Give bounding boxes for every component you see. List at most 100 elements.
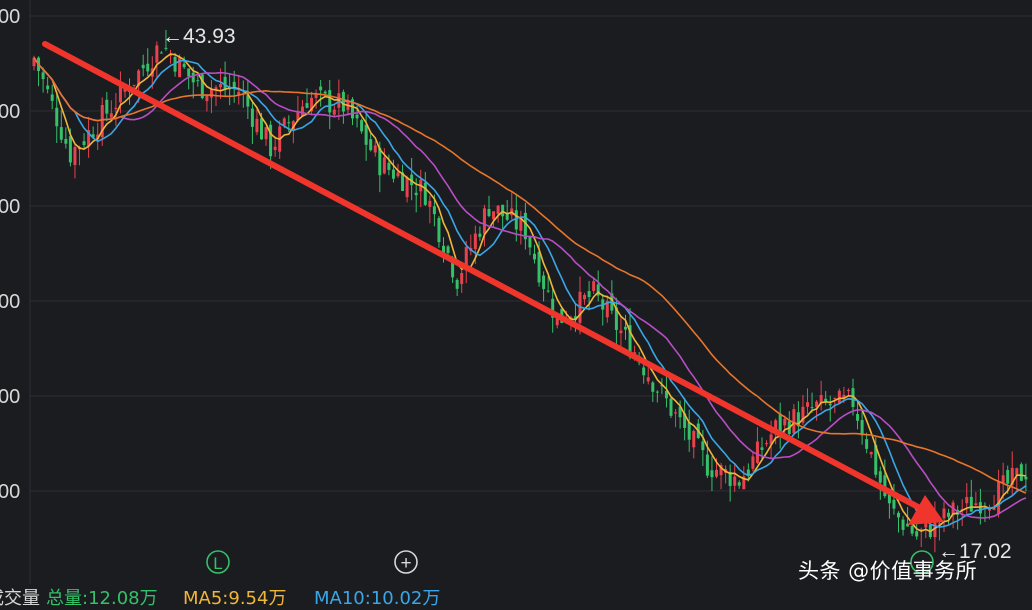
trend-arrow <box>42 41 944 525</box>
candle-body <box>687 422 691 440</box>
candle-body <box>432 206 436 215</box>
y-tick-label: 00 <box>0 386 20 408</box>
candle-body <box>869 451 873 455</box>
candle-body <box>59 127 63 140</box>
candle-body <box>460 273 464 284</box>
candle-body <box>369 139 373 151</box>
candle-body <box>1024 476 1028 480</box>
candle-body <box>587 291 591 298</box>
marker-plus-icon[interactable]: + <box>394 550 418 574</box>
candle-body <box>405 177 409 198</box>
candle-body <box>82 141 86 146</box>
candle-body <box>755 441 759 463</box>
candle-body <box>73 147 77 166</box>
candle-body <box>492 211 496 220</box>
candle-body <box>255 118 259 133</box>
candle-body <box>669 398 673 416</box>
watermark: 头条 @价值事务所 <box>798 559 978 583</box>
candle-body <box>846 389 850 392</box>
candle-body <box>733 476 737 486</box>
candle-body <box>997 481 1001 514</box>
candle-body <box>482 208 486 234</box>
candle-body <box>1015 468 1019 476</box>
candle-body <box>837 390 841 403</box>
candle-body <box>537 252 541 283</box>
candle-body <box>542 275 546 289</box>
candle-body <box>651 382 655 392</box>
candle-body <box>715 469 718 477</box>
candle-body <box>355 114 359 119</box>
candle-body <box>487 209 491 217</box>
marker-plus-label: + <box>400 553 411 574</box>
candle-body <box>114 107 118 110</box>
trend-arrow-shaft <box>42 41 923 511</box>
candle-body <box>969 496 973 512</box>
y-axis-ticks: 00 00 00 00 00 00 <box>0 6 20 503</box>
candle-body <box>942 508 946 519</box>
candle-body <box>860 420 864 436</box>
marker-l-icon[interactable]: L <box>206 550 230 574</box>
candle-body <box>692 430 696 448</box>
candle-body <box>287 122 291 124</box>
candle-body <box>792 409 796 433</box>
candle-body <box>46 85 50 90</box>
volume-label: 成交量 <box>0 588 40 609</box>
candle-body <box>833 397 837 399</box>
candle-body <box>528 237 532 248</box>
candle-body <box>132 84 136 86</box>
candle-body <box>182 63 186 68</box>
candle-body <box>269 124 273 157</box>
candle-body <box>705 454 709 476</box>
candle-body <box>387 162 391 170</box>
marker-l-label: L <box>213 554 222 573</box>
candle-body <box>619 330 623 334</box>
candle-body <box>396 172 400 177</box>
candle-body <box>305 103 309 108</box>
candle-body <box>496 205 500 215</box>
trend-arrow-head <box>908 495 944 525</box>
candle-body <box>219 84 223 88</box>
candle-body <box>856 413 860 421</box>
candle-body <box>478 233 482 237</box>
candle-body <box>760 447 764 450</box>
candle-body <box>910 525 914 534</box>
candle-body <box>323 91 327 94</box>
candle-body <box>583 295 587 300</box>
candle-body <box>965 497 969 504</box>
candle-body <box>319 86 323 91</box>
candle-body <box>437 218 441 243</box>
candle-body <box>655 391 659 393</box>
candle-body <box>360 120 364 132</box>
candle-body <box>141 64 145 69</box>
candle-body <box>915 531 919 537</box>
candle-body <box>455 279 459 289</box>
candle-body <box>41 72 45 80</box>
candle-body <box>428 200 432 207</box>
candle-body <box>446 246 450 253</box>
y-tick-label: 00 <box>0 101 20 123</box>
candle-body <box>105 99 109 114</box>
candle-body <box>501 204 505 217</box>
candle-body <box>646 377 650 382</box>
candle-body <box>978 502 982 514</box>
candle-body <box>187 68 191 77</box>
candlestick-chart: 00 00 00 00 00 00 ←43.93 ←17.02 L + <box>0 0 1032 602</box>
y-tick-label: 00 <box>0 291 20 313</box>
candle-body <box>897 512 900 518</box>
candle-body <box>196 80 200 82</box>
candle-body <box>878 471 882 483</box>
candle-body <box>364 124 368 145</box>
candle-body <box>533 253 536 260</box>
candle-body <box>947 512 951 517</box>
candle-body <box>783 418 787 426</box>
candle-body <box>624 326 627 330</box>
candle-body <box>282 118 286 126</box>
grid <box>29 0 1032 584</box>
candle-body <box>209 89 213 98</box>
candle-body <box>701 441 705 451</box>
candle-body <box>260 118 263 140</box>
candle-body <box>109 113 113 118</box>
candle-body <box>806 402 809 407</box>
candle-body <box>746 469 750 475</box>
candle-body <box>592 281 596 291</box>
